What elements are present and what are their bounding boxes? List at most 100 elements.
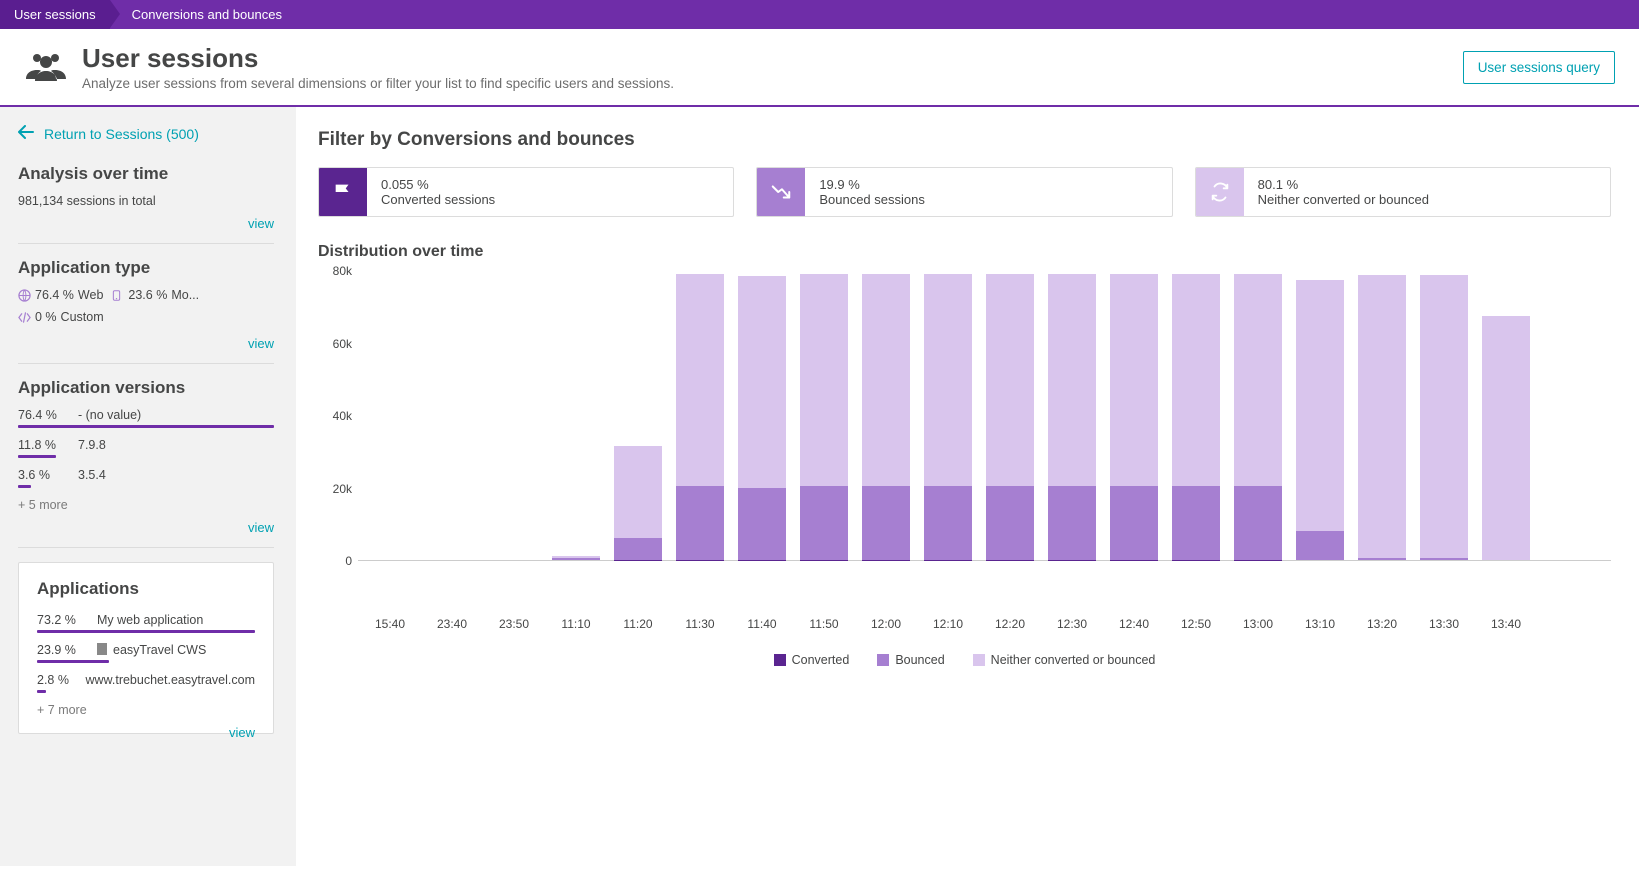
filter-title: Filter by Conversions and bounces: [318, 129, 1611, 151]
stat-value: 19.9 %: [819, 177, 925, 192]
chart: 020k40k60k80k: [318, 271, 1611, 601]
apptype-mobile: 23.6 % Mo...: [111, 288, 199, 302]
bar-column: [1296, 271, 1344, 560]
y-tick: 0: [345, 554, 352, 568]
sidebar-application-type: Application type 76.4 % Web 23.6 % Mo...…: [18, 258, 274, 364]
y-tick: 20k: [333, 482, 352, 496]
x-tick: 12:40: [1110, 617, 1158, 631]
applications-title: Applications: [37, 579, 255, 599]
application-row: 2.8 %www.trebuchet.easytravel.com: [37, 673, 255, 693]
applications-more: + 7 more: [37, 703, 255, 717]
x-tick: 11:20: [614, 617, 662, 631]
legend-converted: Converted: [774, 653, 850, 667]
main-content: Filter by Conversions and bounces 0.055 …: [296, 107, 1639, 866]
bar-column: [924, 271, 972, 560]
versions-more: + 5 more: [18, 498, 274, 512]
app-icon: [97, 643, 107, 655]
trend-down-icon: [757, 168, 805, 216]
y-tick: 60k: [333, 337, 352, 351]
stat-value: 0.055 %: [381, 177, 495, 192]
version-row: 76.4 %- (no value): [18, 408, 274, 428]
legend-neither: Neither converted or bounced: [973, 653, 1156, 667]
apptype-web: 76.4 % Web: [18, 288, 103, 302]
analysis-title: Analysis over time: [18, 164, 274, 184]
bar-column: [366, 271, 414, 560]
apptype-title: Application type: [18, 258, 274, 278]
stat-card-converted[interactable]: 0.055 % Converted sessions: [318, 167, 734, 217]
apptype-custom: 0 % Custom: [18, 310, 104, 324]
x-tick: 23:50: [490, 617, 538, 631]
bar-column: [862, 271, 910, 560]
analysis-total: 981,134 sessions in total: [18, 194, 274, 208]
chart-title: Distribution over time: [318, 243, 1611, 261]
analysis-view-link[interactable]: view: [248, 216, 274, 231]
arrow-left-icon: [18, 125, 34, 142]
bar-column: [1358, 271, 1406, 560]
x-tick: 11:40: [738, 617, 786, 631]
x-tick: 12:20: [986, 617, 1034, 631]
user-sessions-query-button[interactable]: User sessions query: [1463, 51, 1615, 84]
stat-label: Neither converted or bounced: [1258, 192, 1429, 207]
applications-view-link[interactable]: view: [229, 725, 255, 740]
version-row: 11.8 %7.9.8: [18, 438, 274, 458]
x-tick: 13:40: [1482, 617, 1530, 631]
sidebar-analysis-over-time: Analysis over time 981,134 sessions in t…: [18, 164, 274, 244]
x-tick: 12:00: [862, 617, 910, 631]
bar-column: [490, 271, 538, 560]
bar-column: [1048, 271, 1096, 560]
chart-plot-area: [358, 271, 1611, 561]
bar-column: [1110, 271, 1158, 560]
version-row: 3.6 %3.5.4: [18, 468, 274, 488]
sidebar: Return to Sessions (500) Analysis over t…: [0, 107, 296, 866]
apptype-view-link[interactable]: view: [248, 336, 274, 351]
users-icon: [24, 51, 68, 84]
stat-card-bounced[interactable]: 19.9 % Bounced sessions: [756, 167, 1172, 217]
mobile-icon: [111, 289, 124, 302]
sidebar-application-versions: Application versions 76.4 %- (no value) 1…: [18, 378, 274, 548]
x-tick: 12:50: [1172, 617, 1220, 631]
chart-x-axis: 15:40 23:40 23:50 11:10 11:20 11:30 11:40 11:50…: [318, 617, 1611, 631]
x-tick: 13:20: [1358, 617, 1406, 631]
bar-column: [738, 271, 786, 560]
versions-title: Application versions: [18, 378, 274, 398]
page-title: User sessions: [82, 43, 674, 74]
bar-column: [1234, 271, 1282, 560]
page-header: User sessions Analyze user sessions from…: [0, 29, 1639, 107]
breadcrumb-root[interactable]: User sessions: [0, 0, 110, 29]
x-tick: 13:30: [1420, 617, 1468, 631]
x-tick: 11:50: [800, 617, 848, 631]
bar-column: [1172, 271, 1220, 560]
stat-value: 80.1 %: [1258, 177, 1429, 192]
sidebar-applications: Applications 73.2 %My web application23.…: [18, 562, 274, 734]
stat-cards: 0.055 % Converted sessions 19.9 % Bounce…: [318, 167, 1611, 217]
bar-column: [614, 271, 662, 560]
bar-column: [552, 271, 600, 560]
chart-legend: Converted Bounced Neither converted or b…: [318, 653, 1611, 667]
x-tick: 23:40: [428, 617, 476, 631]
y-tick: 40k: [333, 409, 352, 423]
bar-column: [800, 271, 848, 560]
x-tick: 11:30: [676, 617, 724, 631]
application-row: 23.9 %easyTravel CWS: [37, 643, 255, 663]
code-icon: [18, 311, 31, 324]
refresh-icon: [1196, 168, 1244, 216]
y-tick: 80k: [333, 264, 352, 278]
versions-view-link[interactable]: view: [248, 520, 274, 535]
flag-icon: [319, 168, 367, 216]
x-tick: 12:10: [924, 617, 972, 631]
chart-y-axis: 020k40k60k80k: [318, 271, 358, 601]
x-tick: 15:40: [366, 617, 414, 631]
x-tick: 11:10: [552, 617, 600, 631]
page-subtitle: Analyze user sessions from several dimen…: [82, 76, 674, 91]
x-tick: 13:10: [1296, 617, 1344, 631]
x-tick: 13:00: [1234, 617, 1282, 631]
x-tick: 12:30: [1048, 617, 1096, 631]
bar-column: [986, 271, 1034, 560]
bar-column: [1482, 271, 1530, 560]
return-link[interactable]: Return to Sessions (500): [18, 125, 274, 142]
stat-label: Bounced sessions: [819, 192, 925, 207]
bar-column: [676, 271, 724, 560]
stat-card-neither[interactable]: 80.1 % Neither converted or bounced: [1195, 167, 1611, 217]
bar-column: [428, 271, 476, 560]
breadcrumb: User sessions Conversions and bounces: [0, 0, 1639, 29]
